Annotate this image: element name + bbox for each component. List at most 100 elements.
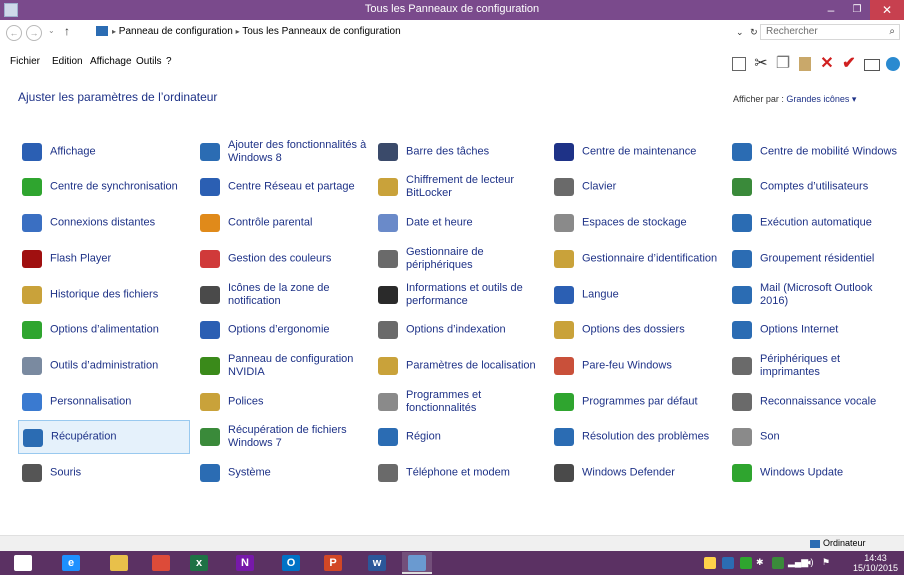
panel-item-datetime[interactable]: Date et heure (374, 206, 546, 240)
panel-item-mobility[interactable]: Centre de mobilité Windows (728, 135, 900, 169)
panel-item-storage[interactable]: Espaces de stockage (550, 206, 722, 240)
panel-item-default-programs[interactable]: Programmes par défaut (550, 385, 722, 419)
panel-item-microphone[interactable]: Reconnaissance vocale (728, 385, 900, 419)
panel-item-system[interactable]: Système (196, 456, 368, 490)
panel-item-defender[interactable]: Windows Defender (550, 456, 722, 490)
panel-item-personalize[interactable]: Personnalisation (18, 385, 190, 419)
powerpoint-icon[interactable]: P (318, 552, 348, 574)
panel-item-recovery[interactable]: Récupération (18, 420, 190, 454)
outlook-tray-icon[interactable] (722, 557, 734, 569)
panel-item-performance[interactable]: Informations et outils de performance (374, 278, 546, 312)
breadcrumb[interactable]: ▸ Panneau de configuration ▸ Tous les Pa… (96, 24, 736, 40)
copy-icon[interactable]: ❐ (774, 55, 792, 73)
outlook-icon[interactable]: O (276, 552, 306, 574)
square-icon[interactable] (730, 55, 748, 73)
panel-item-nvidia[interactable]: Panneau de configuration NVIDIA (196, 349, 368, 383)
panel-item-internet-options[interactable]: Options Internet (728, 313, 900, 347)
panel-item-flash[interactable]: Flash Player (18, 242, 190, 276)
panel-item-autoplay[interactable]: Exécution automatique (728, 206, 900, 240)
panel-item-troubleshoot[interactable]: Résolution des problèmes (550, 420, 722, 454)
panel-item-phone[interactable]: Téléphone et modem (374, 456, 546, 490)
windows-start-button[interactable]: ⊞ (8, 552, 38, 574)
panel-item-credential[interactable]: Gestionnaire d’identification (550, 242, 722, 276)
onenote-icon[interactable]: N (230, 552, 260, 574)
word-icon[interactable]: w (362, 552, 392, 574)
panel-item-region[interactable]: Région (374, 420, 546, 454)
panel-item-network[interactable]: Centre Réseau et partage (196, 170, 368, 204)
page-title: Ajuster les paramètres de l’ordinateur (18, 90, 218, 104)
panel-item-folder-options[interactable]: Options des dossiers (550, 313, 722, 347)
panel-item-color[interactable]: Gestion des couleurs (196, 242, 368, 276)
panel-item-homegroup[interactable]: Groupement résidentiel (728, 242, 900, 276)
panel-item-device-manager[interactable]: Gestionnaire de périphériques (374, 242, 546, 276)
panel-item-language[interactable]: Langue (550, 278, 722, 312)
panel-item-taskbar[interactable]: Barre des tâches (374, 135, 546, 169)
panel-item-ergonomics[interactable]: Options d’ergonomie (196, 313, 368, 347)
search-input[interactable]: Rechercher ⌕ (760, 24, 900, 40)
delete-icon[interactable]: ✕ (818, 55, 836, 73)
panel-item-sound[interactable]: Son (728, 420, 900, 454)
panel-item-programs[interactable]: Programmes et fonctionnalités (374, 385, 546, 419)
refresh-button[interactable]: ↻ (750, 27, 758, 37)
panel-item-users[interactable]: Comptes d’utilisateurs (728, 170, 900, 204)
panel-item-flag[interactable]: Centre de maintenance (550, 135, 722, 169)
network-tray-icon[interactable] (772, 557, 784, 569)
control-panel-icon[interactable] (402, 552, 432, 574)
flag-tray-icon[interactable]: ⚑ (822, 557, 834, 569)
menu-outils[interactable]: Outils (136, 56, 162, 67)
panel-item-parental[interactable]: Contrôle parental (196, 206, 368, 240)
security-icon[interactable] (740, 557, 752, 569)
panel-item-indexing[interactable]: Options d’indexation (374, 313, 546, 347)
panel-item-mail[interactable]: Mail (Microsoft Outlook 2016) (728, 278, 900, 312)
menu-affichage[interactable]: Affichage (90, 56, 132, 67)
forward-button[interactable]: → (26, 25, 42, 41)
search-icon[interactable]: ⌕ (889, 25, 895, 39)
panel-item-keyboard[interactable]: Clavier (550, 170, 722, 204)
panel-item-label: Options d’ergonomie (228, 323, 330, 336)
close-button[interactable]: ✕ (870, 0, 904, 20)
breadcrumb-item-all-items[interactable]: Tous les Panneaux de configuration (242, 26, 400, 37)
panel-item-notification[interactable]: Icônes de la zone de notification (196, 278, 368, 312)
internet-explorer-icon[interactable]: e (56, 552, 86, 574)
view-by-dropdown[interactable]: Grandes icônes ▾ (786, 94, 856, 104)
cut-icon[interactable]: ✂ (752, 55, 770, 73)
address-dropdown-button[interactable]: ⌄ (736, 27, 744, 37)
panel-item-file-recovery[interactable]: Récupération de fichiers Windows 7 (196, 420, 368, 454)
panel-item-location[interactable]: Paramètres de localisation (374, 349, 546, 383)
breadcrumb-item-control-panel[interactable]: Panneau de configuration (119, 26, 233, 37)
file-explorer-icon[interactable] (104, 552, 134, 574)
globe-icon[interactable] (884, 55, 902, 73)
mail-notify-icon[interactable] (704, 557, 716, 569)
volume-icon[interactable]: ◂) (806, 557, 818, 569)
panel-item-sync[interactable]: Centre de synchronisation (18, 170, 190, 204)
menu-edition[interactable]: Edition (52, 56, 83, 67)
back-button[interactable]: ← (6, 25, 22, 41)
panel-item-display[interactable]: Affichage (18, 135, 190, 169)
menu-help[interactable]: ? (166, 56, 172, 67)
minimize-button[interactable]: – (818, 0, 844, 20)
recent-locations-dropdown[interactable]: ⌄ (48, 26, 55, 35)
maximize-button[interactable]: ❐ (844, 0, 870, 20)
troubleshoot-icon (554, 428, 574, 446)
panel-item-update[interactable]: Windows Update (728, 456, 900, 490)
panel-item-history[interactable]: Historique des fichiers (18, 278, 190, 312)
up-button[interactable]: ↑ (64, 24, 70, 38)
panel-item-bitlocker[interactable]: Chiffrement de lecteur BitLocker (374, 170, 546, 204)
excel-icon[interactable]: x (184, 552, 214, 574)
panel-item-fonts[interactable]: Polices (196, 385, 368, 419)
chrome-icon[interactable] (146, 552, 176, 574)
panel-item-mouse[interactable]: Souris (18, 456, 190, 490)
check-icon[interactable]: ✔ (840, 55, 858, 73)
panel-item-remote[interactable]: Connexions distantes (18, 206, 190, 240)
panel-item-power[interactable]: Options d’alimentation (18, 313, 190, 347)
menu-fichier[interactable]: Fichier (10, 56, 40, 67)
paste-icon[interactable] (796, 55, 814, 73)
rename-icon[interactable] (862, 55, 880, 73)
panel-item-admin[interactable]: Outils d’administration (18, 349, 190, 383)
panel-item-printers[interactable]: Périphériques et imprimantes (728, 349, 900, 383)
signal-icon[interactable]: ▂▄▆ (788, 557, 808, 569)
clock[interactable]: 14:43 15/10/2015 (853, 553, 898, 573)
panel-item-add-features[interactable]: Ajouter des fonctionnalités à Windows 8 (196, 135, 368, 169)
panel-item-firewall[interactable]: Pare-feu Windows (550, 349, 722, 383)
bluetooth-icon[interactable]: ✱ (756, 557, 768, 569)
